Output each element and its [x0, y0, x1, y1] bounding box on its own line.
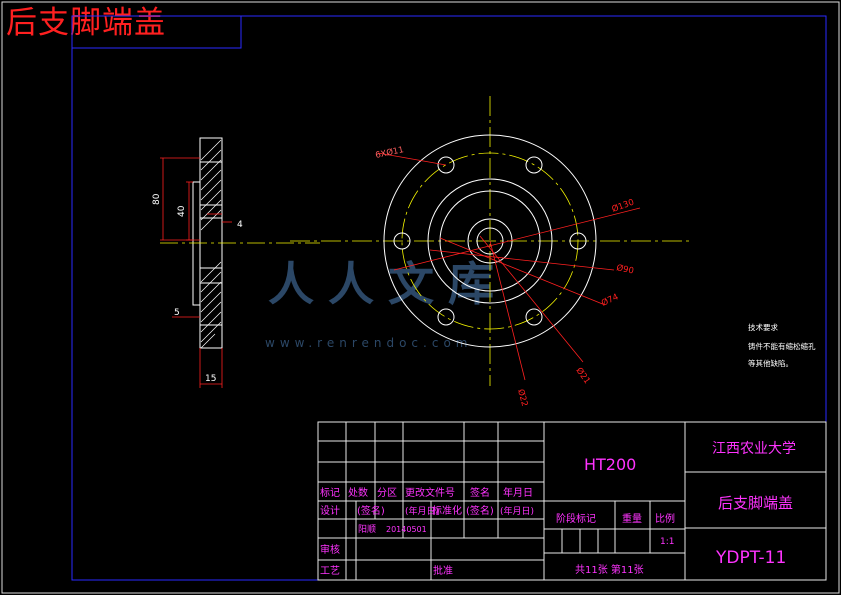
hdr-date: 年月日 [503, 486, 533, 499]
hdr-zone: 分区 [377, 487, 397, 499]
tech-req-title: 技术要求 [748, 322, 778, 332]
label-approve: 批准 [433, 564, 453, 577]
scale-value: 1:1 [660, 537, 674, 547]
hdr-sign: 签名 [470, 486, 490, 499]
watermark: 人人文库 www.renrendoc.com [265, 257, 508, 350]
tech-req-line2: 等其他缺陷。 [748, 358, 793, 368]
drawing-number: YDPT-11 [715, 548, 786, 568]
university: 江西农业大学 [712, 441, 796, 457]
design-date-value: 20140501 [386, 525, 427, 534]
dim-d21: Ø21 [574, 365, 593, 386]
tech-req-line1: 铸件不能有缩松缩孔 [748, 341, 816, 351]
dim-d74: Ø74 [600, 291, 621, 308]
label-weight: 重量 [622, 512, 642, 525]
dim-15: 15 [205, 374, 216, 384]
title-block: 标记 处数 分区 更改文件号 签名 年月日 设计 (签名) (年月日) 标准化 … [317, 421, 827, 581]
front-view: 6XØ11 Ø130 Ø90 Ø74 Ø21 Ø22 [290, 96, 690, 408]
designer-name: 阳顺 [358, 524, 376, 535]
label-standard: 标准化 [432, 504, 462, 517]
label-review: 审核 [320, 543, 340, 556]
label-process: 工艺 [320, 565, 340, 577]
watermark-url: www.renrendoc.com [265, 336, 472, 350]
hdr-count: 处数 [348, 486, 368, 499]
dim-6x-hole: 6XØ11 [374, 144, 404, 161]
label-scale: 比例 [655, 512, 675, 525]
material: HT200 [584, 455, 636, 474]
watermark-text: 人人文库 [268, 257, 508, 311]
dim-4: 4 [237, 220, 243, 230]
side-dimensions [160, 157, 232, 388]
dim-80: 80 [152, 193, 162, 205]
label-design: 设计 [320, 504, 340, 517]
sheet-count: 共11张 第11张 [575, 563, 644, 576]
top-left-code-box [72, 16, 242, 49]
std-date: (年月日) [500, 505, 534, 517]
hdr-mark: 标记 [320, 487, 340, 499]
drawing-canvas: 人人文库 www.renrendoc.com 80 40 4 5 15 6XØ1… [1, 1, 840, 594]
label-stage-mark: 阶段标记 [556, 512, 596, 525]
std-sign: (签名) [466, 504, 494, 517]
part-name: 后支脚端盖 [718, 494, 793, 512]
design-sign: (签名) [357, 504, 385, 517]
side-hub-step [192, 181, 200, 306]
side-hatching [200, 139, 222, 349]
bolt-hole-5 [437, 308, 455, 326]
hdr-change-doc: 更改文件号 [405, 486, 455, 499]
dim-40: 40 [177, 205, 187, 217]
dim-d90: Ø90 [615, 262, 634, 276]
dim-d22: Ø22 [515, 388, 530, 408]
bolt-hole-6 [525, 308, 543, 326]
dim-5: 5 [174, 308, 180, 318]
tech-requirements: 技术要求 铸件不能有缩松缩孔 等其他缺陷。 [748, 322, 816, 368]
